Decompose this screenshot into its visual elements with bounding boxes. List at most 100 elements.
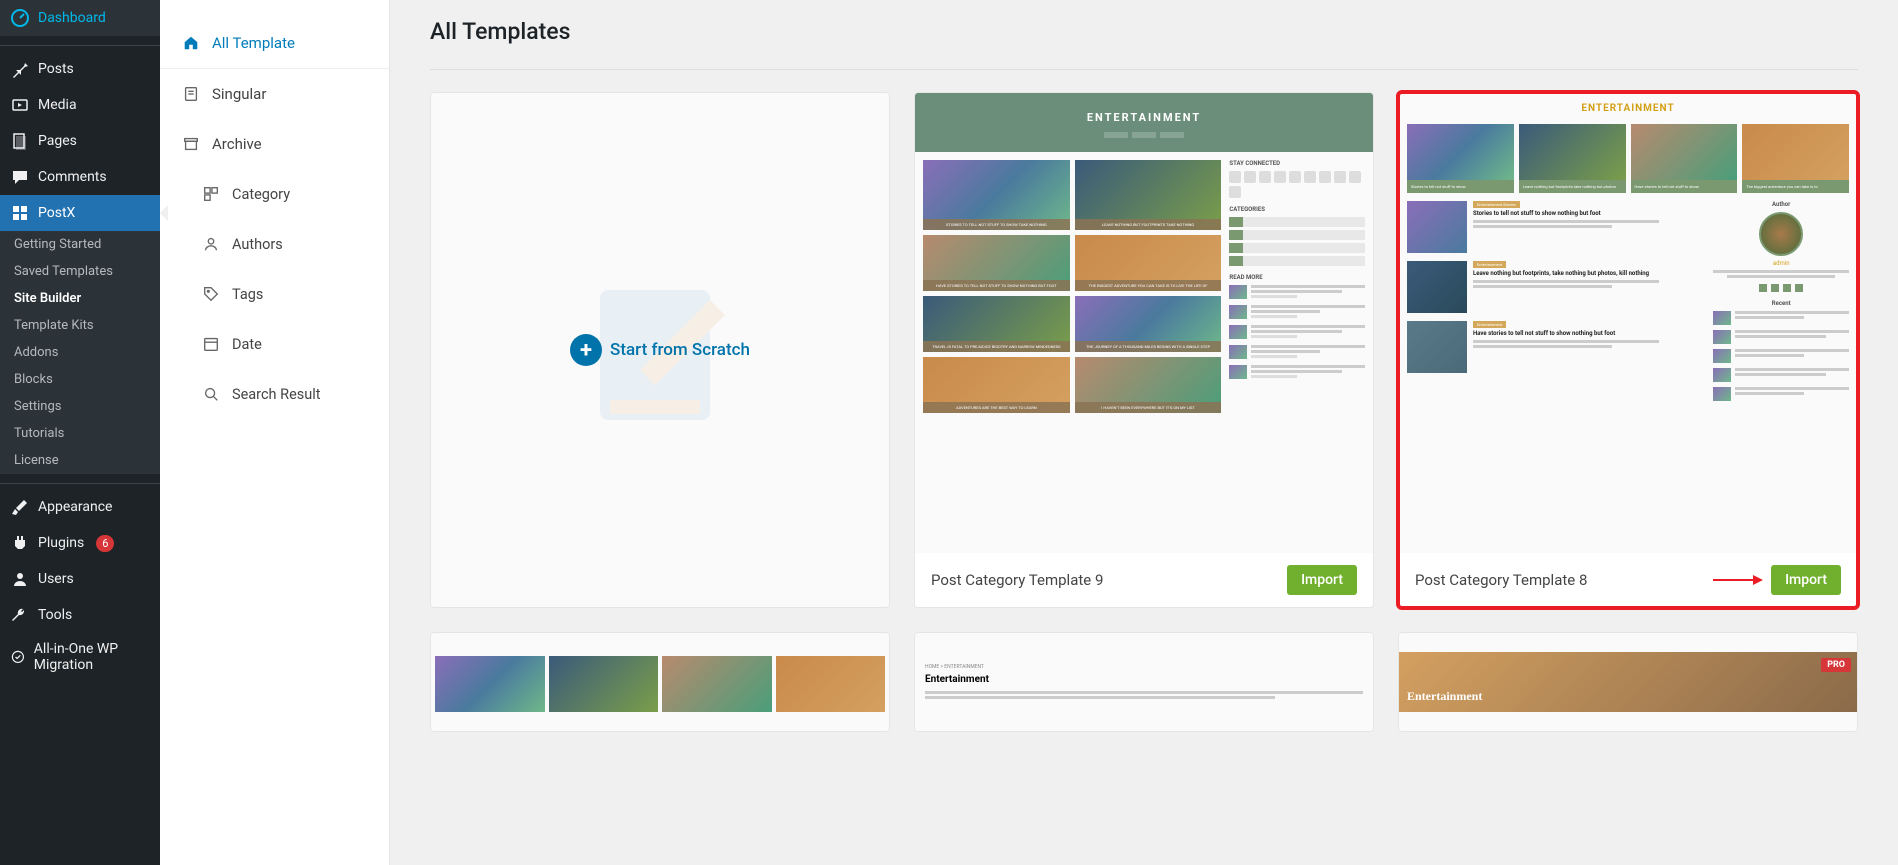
submenu-saved-templates[interactable]: Saved Templates [0,258,160,285]
plugin-icon [10,533,30,553]
update-badge: 6 [96,535,114,552]
card-start-from-scratch[interactable]: + Start from Scratch [430,92,890,608]
annotation-arrow-icon [1713,573,1763,587]
menu-media[interactable]: Media [0,87,160,123]
submenu-blocks[interactable]: Blocks [0,366,160,393]
menu-label: Users [38,571,74,587]
sidebar-authors[interactable]: Authors [160,219,389,269]
sidebar-archive[interactable]: Archive [160,119,389,169]
sidebar-category[interactable]: Category [160,169,389,219]
menu-label: Media [38,97,77,113]
menu-posts[interactable]: Posts [0,51,160,87]
sidebar-label: All Template [212,34,295,52]
submenu-getting-started[interactable]: Getting Started [0,231,160,258]
preview-heading: ENTERTAINMENT [1399,93,1857,124]
submenu-template-kits[interactable]: Template Kits [0,312,160,339]
menu-label: Plugins [38,535,84,551]
authors-icon [202,235,220,253]
menu-plugins[interactable]: Plugins 6 [0,525,160,561]
menu-comments[interactable]: Comments [0,159,160,195]
scratch-label: Start from Scratch [610,340,750,360]
card-preview: PRO Entertainment [1399,633,1857,731]
divider [430,69,1858,70]
menu-label: All-in-One WP Migration [34,641,150,673]
card-preview: + Start from Scratch [431,93,889,607]
card-template-partial-1[interactable] [430,632,890,732]
main-content: All Templates + Start from Scratch ENTER… [390,0,1898,865]
sidebar-tags[interactable]: Tags [160,269,389,319]
sidebar-all-template[interactable]: All Template [160,18,389,69]
sidebar-label: Category [232,186,290,203]
home-icon [182,34,200,52]
sidebar-label: Singular [212,85,266,103]
sidebar-search-result[interactable]: Search Result [160,369,389,419]
tag-icon [202,285,220,303]
menu-users[interactable]: Users [0,561,160,597]
card-template-8[interactable]: ENTERTAINMENT Stories to tell not stuff … [1398,92,1858,608]
postx-icon [10,203,30,223]
menu-appearance[interactable]: Appearance [0,489,160,525]
menu-aio-migration[interactable]: All-in-One WP Migration [0,633,160,681]
submenu-settings[interactable]: Settings [0,393,160,420]
menu-label: Dashboard [38,10,106,26]
menu-label: PostX [38,205,75,221]
submenu-addons[interactable]: Addons [0,339,160,366]
category-icon [202,185,220,203]
menu-pages[interactable]: Pages [0,123,160,159]
card-preview: ENTERTAINMENT Stories to tell not stuff … [1399,93,1857,553]
sidebar-label: Archive [212,135,262,153]
card-template-partial-3[interactable]: PRO Entertainment [1398,632,1858,732]
card-footer: Post Category Template 8 Import [1399,553,1857,607]
sidebar-date[interactable]: Date [160,319,389,369]
media-icon [10,95,30,115]
comment-icon [10,167,30,187]
separator [0,41,160,46]
card-title: Post Category Template 8 [1415,571,1587,589]
sidebar-label: Authors [232,236,283,253]
sidebar-label: Date [232,336,262,353]
preview-side-heading: STAY CONNECTED [1229,160,1365,167]
import-button[interactable]: Import [1287,565,1357,595]
card-preview [431,633,889,731]
submenu-tutorials[interactable]: Tutorials [0,420,160,447]
wrench-icon [10,605,30,625]
calendar-icon [202,335,220,353]
sidebar-label: Search Result [232,386,321,403]
document-icon [182,85,200,103]
menu-label: Tools [38,607,72,623]
migration-icon [10,647,26,667]
pin-icon [10,59,30,79]
preview-side-heading: READ MORE [1229,274,1365,281]
menu-postx[interactable]: PostX [0,195,160,231]
page-title: All Templates [430,18,1858,45]
card-preview: ENTERTAINMENT STORIES TO TELL NOT STUFF … [915,93,1373,553]
postx-submenu: Getting Started Saved Templates Site Bui… [0,231,160,474]
wp-admin-sidebar: Dashboard Posts Media Pages Comments Pos… [0,0,160,865]
brush-icon [10,497,30,517]
menu-tools[interactable]: Tools [0,597,160,633]
import-button[interactable]: Import [1771,565,1841,595]
menu-dashboard[interactable]: Dashboard [0,0,160,36]
preview-heading: ENTERTAINMENT [915,111,1373,124]
preview-side-heading: CATEGORIES [1229,206,1365,213]
user-icon [10,569,30,589]
preview-heading: Entertainment [925,674,1363,685]
card-template-partial-2[interactable]: HOME > ENTERTAINMENT Entertainment [914,632,1374,732]
menu-label: Comments [38,169,107,185]
pro-badge: PRO [1821,658,1851,672]
page-icon [10,131,30,151]
separator [0,479,160,484]
plus-icon: + [570,334,602,366]
menu-label: Posts [38,61,74,77]
preview-heading: Entertainment [1407,689,1482,704]
preview-breadcrumb: HOME > ENTERTAINMENT [925,664,1363,670]
card-template-9[interactable]: ENTERTAINMENT STORIES TO TELL NOT STUFF … [914,92,1374,608]
submenu-license[interactable]: License [0,447,160,474]
dashboard-icon [10,8,30,28]
menu-label: Pages [38,133,77,149]
submenu-site-builder[interactable]: Site Builder [0,285,160,312]
sidebar-singular[interactable]: Singular [160,69,389,119]
card-preview: HOME > ENTERTAINMENT Entertainment [915,633,1373,731]
card-footer: Post Category Template 9 Import [915,553,1373,607]
search-icon [202,385,220,403]
